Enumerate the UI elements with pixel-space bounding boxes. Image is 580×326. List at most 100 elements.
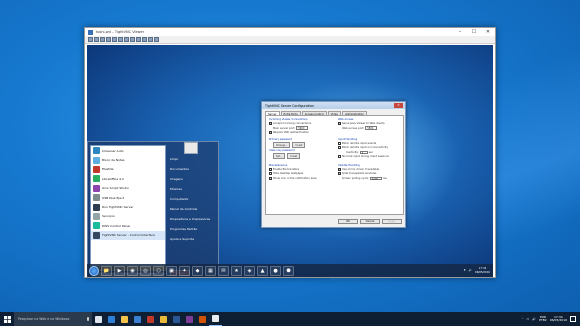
start-program-item[interactable]: FileZilla <box>91 165 165 174</box>
mirror-driver-checkbox[interactable]: ✓ <box>338 168 341 172</box>
block-activity-checkbox[interactable] <box>338 146 341 150</box>
file-transfers-checkbox[interactable]: ✓ <box>269 168 272 172</box>
cancel-button[interactable]: Cancel <box>360 219 380 224</box>
apply-button[interactable]: Apply <box>382 219 402 224</box>
polling-field[interactable]: 1000 <box>369 176 382 181</box>
save-icon[interactable] <box>94 37 99 42</box>
ok-button[interactable]: OK <box>338 219 358 224</box>
start-place-item[interactable]: Programas Padrão <box>168 224 218 234</box>
fullscreen-icon[interactable] <box>136 37 141 42</box>
remote-taskbar-app-icon[interactable]: ▣ <box>166 265 177 276</box>
start-place-item[interactable]: Dispositivos e Impressoras <box>168 214 218 224</box>
start-place-item[interactable]: Ajuda e Suporte <box>168 234 218 244</box>
show-icon-checkbox[interactable]: ✓ <box>269 176 272 180</box>
remote-taskbar-app-icon[interactable]: ▶ <box>114 265 125 276</box>
start-place-item[interactable]: Músicas <box>168 184 218 194</box>
language-indicator[interactable]: POR PTB2 <box>539 315 547 323</box>
start-program-item[interactable]: CCleaner Auto <box>91 146 165 155</box>
remote-taskbar-app-icon[interactable]: ⬡ <box>153 265 164 276</box>
web-port-field[interactable]: 5800 <box>365 126 378 130</box>
zoom-fit-icon[interactable] <box>154 37 159 42</box>
store-icon[interactable] <box>131 312 144 326</box>
remote-taskbar-app-icon[interactable]: ▦ <box>205 265 216 276</box>
zoom-in-icon[interactable] <box>142 37 147 42</box>
chrome-icon[interactable] <box>157 312 170 326</box>
edge-icon[interactable] <box>105 312 118 326</box>
start-program-item[interactable]: Run TightVNC Server <box>91 202 165 211</box>
ctrl-alt-del-icon[interactable] <box>118 37 123 42</box>
remote-volume-icon[interactable]: 🔊 <box>469 269 472 272</box>
accept-connections-checkbox[interactable]: ✓ <box>269 122 272 126</box>
remote-taskbar-app-icon[interactable]: ◈ <box>244 265 255 276</box>
vnc-title-bar[interactable]: toshi-wd – TightVNC Viewer – ☐ ✕ <box>85 28 495 36</box>
close-button[interactable]: ✕ <box>481 28 495 36</box>
view-only-set-button[interactable]: Set... <box>273 153 286 160</box>
new-connection-icon[interactable] <box>88 37 93 42</box>
start-place-item[interactable]: Documentos <box>168 164 218 174</box>
block-remote-checkbox[interactable] <box>338 142 341 146</box>
remote-clock[interactable]: 17:34 06/05/2016 <box>475 267 490 273</box>
user-picture[interactable] <box>184 142 198 154</box>
microphone-icon[interactable] <box>87 317 89 321</box>
ctrl-key-icon[interactable] <box>124 37 129 42</box>
start-menu[interactable]: CCleaner Auto Bloco de Notas FileZilla Libr… <box>87 141 219 277</box>
refresh-icon[interactable] <box>112 37 117 42</box>
grab-transparent-checkbox[interactable]: ✓ <box>338 172 341 176</box>
remote-taskbar-app-icon[interactable]: ⬣ <box>283 265 294 276</box>
app-icon[interactable] <box>183 312 196 326</box>
windows-start-button[interactable] <box>0 312 14 326</box>
start-program-item[interactable]: Serviços <box>91 212 165 221</box>
filezilla-icon[interactable] <box>144 312 157 326</box>
dialog-title-bar[interactable]: TightVNC Server Configuration ✕ <box>262 102 405 109</box>
tightvnc-config-dialog[interactable]: TightVNC Server Configuration ✕ Server E… <box>261 101 406 228</box>
remote-taskbar-app-icon[interactable]: ▲ <box>257 265 268 276</box>
options-icon[interactable] <box>100 37 105 42</box>
main-port-field[interactable]: 5900 <box>296 126 309 130</box>
paint-icon[interactable] <box>196 312 209 326</box>
hide-wallpaper-checkbox[interactable] <box>269 172 272 176</box>
tightvnc-viewer-icon[interactable] <box>209 312 222 326</box>
host-clock[interactable]: 17:34 06/05/2016 <box>550 315 567 323</box>
require-auth-checkbox[interactable]: ✓ <box>269 130 272 134</box>
remote-taskbar-app-icon[interactable]: ◉ <box>127 265 138 276</box>
network-icon[interactable]: ▭ <box>527 317 530 321</box>
remote-taskbar-app-icon[interactable]: ★ <box>231 265 242 276</box>
primary-change-button[interactable]: Change... <box>273 142 291 149</box>
serve-java-checkbox[interactable]: ✓ <box>338 122 341 126</box>
file-explorer-icon[interactable] <box>118 312 131 326</box>
no-local-input-checkbox[interactable] <box>338 155 341 159</box>
start-place-item[interactable]: Limpr <box>168 154 218 164</box>
inactivity-field[interactable]: 3 <box>359 150 368 155</box>
remote-taskbar-app-icon[interactable]: ● <box>270 265 281 276</box>
info-icon[interactable] <box>106 37 111 42</box>
remote-taskbar-app-icon[interactable]: ◆ <box>192 265 203 276</box>
start-program-item[interactable]: USB Disk Eject <box>91 193 165 202</box>
start-program-item[interactable]: Bloco de Notas <box>91 155 165 164</box>
view-only-unset-button[interactable]: Unset <box>287 153 301 160</box>
vnc-viewer-window[interactable]: toshi-wd – TightVNC Viewer – ☐ ✕ TightVN… <box>84 27 496 278</box>
maximize-button[interactable]: ☐ <box>467 28 481 36</box>
remote-desktop[interactable]: TightVNC Server Configuration ✕ Server E… <box>87 45 493 277</box>
start-place-item[interactable]: Imagens <box>168 174 218 184</box>
volume-icon[interactable]: 🔊 <box>532 317 536 321</box>
remote-taskbar-app-icon[interactable]: ✦ <box>179 265 190 276</box>
start-program-item[interactable]: DWS Control Panel <box>91 221 165 230</box>
start-program-item[interactable]: Unix Script Studio <box>91 184 165 193</box>
dialog-close-button[interactable]: ✕ <box>394 103 403 108</box>
remote-flag-icon[interactable]: ⚑ <box>463 269 465 272</box>
tray-chevron-icon[interactable]: ˄ <box>522 317 524 321</box>
remote-taskbar-app-icon[interactable]: ✉ <box>218 265 229 276</box>
zoom-out-icon[interactable] <box>148 37 153 42</box>
action-center-icon[interactable] <box>570 316 576 322</box>
start-program-item[interactable]: LibreOffice 4.2 <box>91 174 165 183</box>
start-place-item[interactable]: Computador <box>168 194 218 204</box>
remote-start-button[interactable] <box>89 265 99 276</box>
task-view-icon[interactable] <box>92 312 105 326</box>
word-icon[interactable] <box>170 312 183 326</box>
alt-key-icon[interactable] <box>130 37 135 42</box>
start-place-item[interactable]: Painel de Controle <box>168 204 218 214</box>
primary-unset-button[interactable]: Unset <box>292 142 306 149</box>
remote-taskbar-app-icon[interactable]: 📁 <box>101 265 112 276</box>
taskbar-search-box[interactable]: Pesquisar na Web e no Windows <box>14 312 92 326</box>
minimize-button[interactable]: – <box>453 28 467 36</box>
